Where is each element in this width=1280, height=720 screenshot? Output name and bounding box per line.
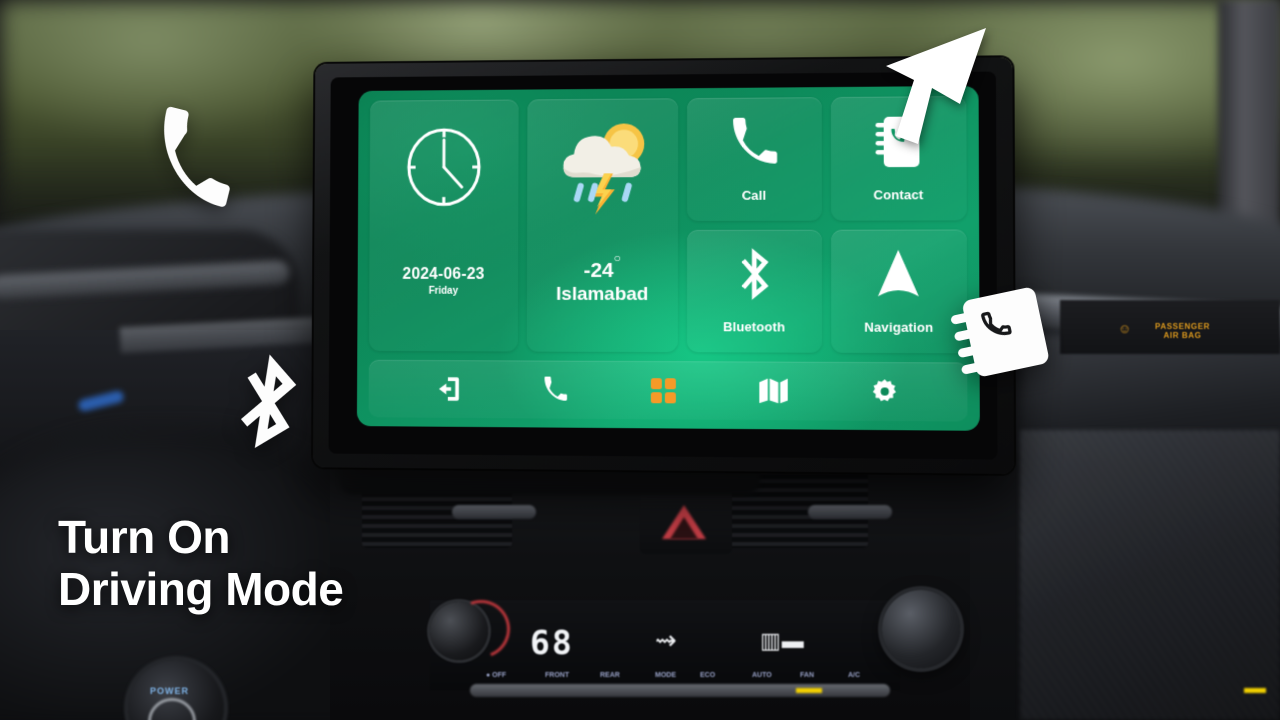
screenshot-stage: ☺ PASSENGER AIR BAG 68 ⇝ ▥▬ ● OFF FRONT … bbox=[0, 0, 1280, 720]
mouse-cursor bbox=[872, 18, 990, 151]
bluetooth-icon-wrap bbox=[687, 229, 822, 319]
navigation-arrow-icon bbox=[878, 250, 920, 297]
clock-weekday: Friday bbox=[428, 285, 459, 297]
navigation-icon-wrap bbox=[831, 229, 968, 320]
headline-line-1: Turn On bbox=[58, 511, 230, 563]
hvac-label-rear: REAR bbox=[600, 672, 620, 679]
weather-meta: -24○ Islamabad bbox=[527, 251, 678, 306]
gear-icon bbox=[872, 378, 896, 401]
bluetooth-tile[interactable]: Bluetooth bbox=[686, 229, 822, 353]
airbag-symbol-icon: ☺ bbox=[1118, 321, 1132, 336]
weather-temperature: -24○ bbox=[527, 251, 678, 283]
bluetooth-tile-label: Bluetooth bbox=[723, 319, 786, 335]
weather-city: Islamabad bbox=[556, 283, 649, 305]
dock-exit-button[interactable] bbox=[425, 369, 470, 409]
bluetooth-icon bbox=[240, 354, 297, 449]
airbag-label-line1: PASSENGER bbox=[1155, 322, 1211, 331]
airflow-direction-icon: ⇝ bbox=[655, 625, 677, 655]
apps-grid-cell bbox=[651, 391, 663, 403]
airbag-indicator-label: PASSENGER AIR BAG bbox=[1155, 322, 1210, 340]
hvac-label-front: FRONT bbox=[545, 672, 570, 679]
hvac-label-ac: A/C bbox=[848, 672, 861, 679]
air-vent-blade-right bbox=[808, 505, 892, 519]
clock-icon-wrap bbox=[370, 100, 519, 213]
hvac-label-eco: ECO bbox=[700, 672, 716, 679]
hazard-triangle-inner-icon bbox=[670, 517, 698, 539]
climate-button-strip[interactable] bbox=[470, 684, 890, 697]
fan-speed-icon: ▥▬ bbox=[760, 628, 805, 653]
clock-tile[interactable]: 2024-06-23 Friday bbox=[368, 99, 519, 352]
phone-handset-icon bbox=[732, 117, 777, 164]
apps-grid-icon bbox=[651, 377, 677, 403]
bluetooth-icon bbox=[732, 246, 776, 302]
eco-button-led bbox=[796, 688, 822, 693]
dock-map-button[interactable] bbox=[750, 371, 797, 412]
clock-date: 2024-06-23 bbox=[402, 265, 485, 283]
weather-icon-wrap bbox=[527, 98, 678, 218]
volume-knob[interactable] bbox=[882, 590, 960, 668]
apps-grid-cell bbox=[665, 391, 677, 403]
map-icon bbox=[759, 378, 788, 404]
contact-tile-label: Contact bbox=[873, 186, 924, 202]
analog-clock-icon bbox=[399, 121, 489, 212]
navigation-tile[interactable]: Navigation bbox=[830, 229, 968, 354]
dock-apps-button[interactable] bbox=[641, 370, 687, 410]
dock-settings-button[interactable] bbox=[861, 371, 908, 412]
apps-grid-cell bbox=[651, 377, 663, 389]
headline-line-2: Driving Mode bbox=[58, 562, 344, 615]
floating-bluetooth-decoration bbox=[221, 347, 314, 458]
headline-text: Turn On Driving Mode bbox=[58, 511, 344, 615]
weather-tile[interactable]: -24○ Islamabad bbox=[526, 98, 679, 353]
passenger-side-grille bbox=[1020, 430, 1280, 720]
hvac-label-off: ● OFF bbox=[486, 672, 507, 679]
air-vent-blade-left bbox=[452, 505, 536, 519]
hvac-label-auto: AUTO bbox=[752, 672, 772, 679]
clock-meta: 2024-06-23 Friday bbox=[369, 266, 518, 297]
apps-grid-cell bbox=[665, 377, 677, 389]
ac-button-led bbox=[1244, 688, 1266, 693]
airbag-label-line2: AIR BAG bbox=[1163, 331, 1202, 340]
navigation-tile-label: Navigation bbox=[864, 319, 934, 335]
exit-logout-icon bbox=[438, 377, 459, 401]
call-icon-wrap bbox=[687, 97, 821, 187]
call-tile-label: Call bbox=[741, 187, 767, 203]
climate-temperature-display: 68 bbox=[530, 623, 574, 662]
cursor-arrow-icon bbox=[886, 28, 986, 144]
hvac-label-mode: MODE bbox=[655, 672, 676, 679]
sun-cloud-rain-thunder-icon bbox=[563, 123, 645, 215]
bottom-dock bbox=[368, 359, 968, 422]
dock-phone-button[interactable] bbox=[532, 370, 578, 410]
shortcut-row-bottom: Bluetooth Navigation bbox=[686, 229, 968, 354]
call-tile[interactable]: Call bbox=[687, 97, 822, 221]
weather-temperature-value: -24 bbox=[583, 259, 614, 282]
power-button-label: POWER bbox=[150, 686, 190, 696]
hvac-label-fan: FAN bbox=[800, 672, 814, 679]
phone-icon bbox=[544, 376, 567, 401]
degree-symbol: ○ bbox=[613, 251, 621, 266]
